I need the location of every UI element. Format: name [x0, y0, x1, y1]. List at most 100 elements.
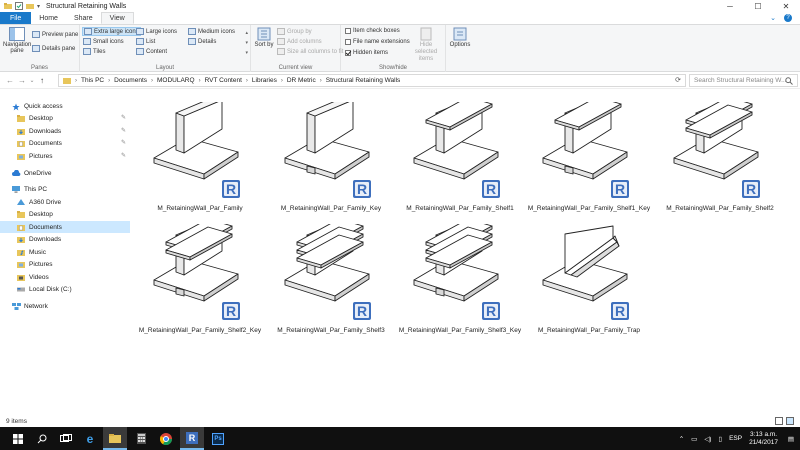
breadcrumb-this-pc[interactable]: This PC	[79, 77, 106, 84]
sidebar-item-documents[interactable]: Documents	[0, 221, 130, 233]
breadcrumb-documents[interactable]: Documents	[112, 77, 149, 84]
sidebar-item-documents[interactable]: Documents ✎	[0, 137, 130, 149]
network-tray-icon[interactable]: ▭	[691, 435, 697, 443]
calculator-button[interactable]	[129, 427, 153, 450]
extra-large-icons-option[interactable]: Extra large icons	[82, 27, 141, 36]
revit-button[interactable]: R	[180, 427, 204, 450]
breadcrumb-structural-retaining-walls[interactable]: Structural Retaining Walls	[324, 77, 403, 84]
file-name[interactable]: M_RetainingWall_Par_Family	[136, 204, 264, 213]
pin-icon[interactable]: ✎	[121, 114, 126, 121]
tab-view[interactable]: View	[100, 12, 134, 24]
preview-pane-button[interactable]: Preview pane	[32, 31, 78, 38]
sidebar-item-local-disk-c[interactable]: Local Disk (C:)	[0, 283, 130, 295]
tab-home[interactable]: Home	[31, 12, 66, 24]
help-icon[interactable]: ?	[784, 14, 792, 22]
item-check-boxes-option[interactable]: Item check boxes	[345, 28, 400, 34]
notifications-icon[interactable]: ▤	[788, 435, 794, 443]
collapse-ribbon-icon[interactable]: ⌄	[770, 14, 776, 22]
file-tile[interactable]: R M_RetainingWall_Par_Family_Shelf2	[656, 94, 784, 216]
search-taskbar-button[interactable]	[30, 427, 54, 450]
tab-share[interactable]: Share	[66, 12, 101, 24]
file-name[interactable]: M_RetainingWall_Par_Family_Shelf3	[267, 326, 395, 335]
language-indicator[interactable]: ESP	[729, 435, 742, 442]
start-button[interactable]	[6, 427, 30, 450]
sidebar-item-desktop[interactable]: Desktop ✎	[0, 112, 130, 124]
sidebar-item-videos[interactable]: Videos	[0, 271, 130, 283]
group-by-option[interactable]: Group by	[277, 28, 312, 35]
file-name[interactable]: M_RetainingWall_Par_Family_Trap	[525, 326, 653, 335]
file-tile[interactable]: R M_RetainingWall_Par_Family_Shelf3	[267, 216, 395, 338]
details-view-icon[interactable]	[775, 417, 783, 425]
file-name-extensions-option[interactable]: File name extensions	[345, 39, 410, 45]
file-tile[interactable]: R M_RetainingWall_Par_Family_Key	[267, 94, 395, 216]
hidden-items-option[interactable]: Hidden items	[345, 50, 388, 56]
clock[interactable]: 3:13 a.m. 21/4/2017	[749, 431, 778, 447]
pin-icon[interactable]: ✎	[121, 152, 126, 159]
sidebar-item-network[interactable]: Network	[0, 300, 130, 312]
breadcrumb[interactable]: › This PC › Documents › MODULARQ › RVT C…	[58, 74, 686, 87]
chrome-button[interactable]	[154, 427, 178, 450]
file-tile[interactable]: R M_RetainingWall_Par_Family_Shelf1	[396, 94, 524, 216]
pin-icon[interactable]: ✎	[121, 139, 126, 146]
item-check-boxes-checkbox[interactable]	[345, 28, 351, 34]
file-name-extensions-checkbox[interactable]	[345, 39, 351, 45]
recent-locations-button[interactable]: ⌄	[28, 74, 36, 86]
battery-icon[interactable]: ▯	[718, 435, 722, 443]
quick-access-dropdown[interactable]: ▾	[37, 3, 40, 10]
file-name[interactable]: M_RetainingWall_Par_Family_Key	[267, 204, 395, 213]
forward-button[interactable]: →	[16, 74, 28, 86]
sidebar-item-pictures[interactable]: Pictures	[0, 258, 130, 270]
content-option[interactable]: Content	[136, 48, 167, 55]
volume-icon[interactable]: ◁)	[704, 435, 711, 443]
layout-scroll[interactable]: ▴ ▾ ▾	[245, 28, 248, 58]
sidebar-item-downloads[interactable]: Downloads ✎	[0, 125, 130, 137]
file-name[interactable]: M_RetainingWall_Par_Family_Shelf1	[396, 204, 524, 213]
maximize-button[interactable]: ☐	[744, 0, 772, 12]
pin-icon[interactable]: ✎	[121, 127, 126, 134]
breadcrumb-libraries[interactable]: Libraries	[250, 77, 279, 84]
file-name[interactable]: M_RetainingWall_Par_Family_Shelf3_Key	[396, 326, 524, 335]
people-icon[interactable]: ⌃	[679, 435, 684, 443]
sidebar-item-onedrive[interactable]: OneDrive	[0, 167, 130, 179]
task-view-button[interactable]	[54, 427, 78, 450]
new-folder-icon[interactable]	[26, 2, 34, 10]
search-icon[interactable]	[785, 77, 793, 85]
refresh-icon[interactable]: ⟳	[675, 76, 681, 84]
small-icons-option[interactable]: Small icons	[83, 38, 124, 45]
file-name[interactable]: M_RetainingWall_Par_Family_Shelf2_Key	[136, 326, 264, 335]
sort-by-button[interactable]: Sort by	[254, 27, 274, 61]
file-explorer-button[interactable]	[103, 427, 127, 450]
file-tile[interactable]: R M_RetainingWall_Par_Family	[136, 94, 264, 216]
file-name[interactable]: M_RetainingWall_Par_Family_Shelf1_Key	[525, 204, 653, 213]
large-icons-view-icon[interactable]	[786, 417, 794, 425]
breadcrumb-modularq[interactable]: MODULARQ	[155, 77, 197, 84]
minimize-button[interactable]: ─	[716, 0, 744, 12]
photoshop-button[interactable]: Ps	[206, 427, 230, 450]
file-name[interactable]: M_RetainingWall_Par_Family_Shelf2	[656, 204, 784, 213]
tab-file[interactable]: File	[0, 12, 32, 24]
up-button[interactable]: ↑	[36, 74, 48, 86]
hidden-items-checkbox[interactable]	[345, 50, 351, 56]
add-columns-option[interactable]: Add columns	[277, 38, 322, 45]
options-button[interactable]: Options	[448, 27, 472, 48]
details-pane-button[interactable]: Details pane	[32, 45, 75, 52]
large-icons-option[interactable]: Large icons	[136, 28, 177, 35]
list-option[interactable]: List	[136, 38, 155, 45]
navigation-pane-button[interactable]: Navigation pane	[3, 27, 31, 61]
sidebar-item-downloads[interactable]: Downloads	[0, 233, 130, 245]
tiles-option[interactable]: Tiles	[83, 48, 105, 55]
file-tile[interactable]: R M_RetainingWall_Par_Family_Shelf2_Key	[136, 216, 264, 338]
hide-selected-items-button[interactable]: Hide selected items	[409, 27, 443, 63]
breadcrumb-rvt-content[interactable]: RVT Content	[203, 77, 244, 84]
file-tile[interactable]: R M_RetainingWall_Par_Family_Shelf1_Key	[525, 94, 653, 216]
sidebar-item-music[interactable]: Music	[0, 246, 130, 258]
sidebar-item-desktop[interactable]: Desktop	[0, 208, 130, 220]
search-input[interactable]: Search Structural Retaining W...	[689, 74, 798, 87]
medium-icons-option[interactable]: Medium icons	[188, 28, 235, 35]
size-columns-option[interactable]: Size all columns to fit	[277, 48, 343, 55]
sidebar-item-a360-drive[interactable]: A360 Drive	[0, 196, 130, 208]
sidebar-item-quick-access[interactable]: Quick access	[0, 100, 130, 112]
properties-check-icon[interactable]	[15, 2, 23, 10]
file-tile[interactable]: R M_RetainingWall_Par_Family_Shelf3_Key	[396, 216, 524, 338]
sidebar-item-this-pc[interactable]: This PC	[0, 183, 130, 195]
